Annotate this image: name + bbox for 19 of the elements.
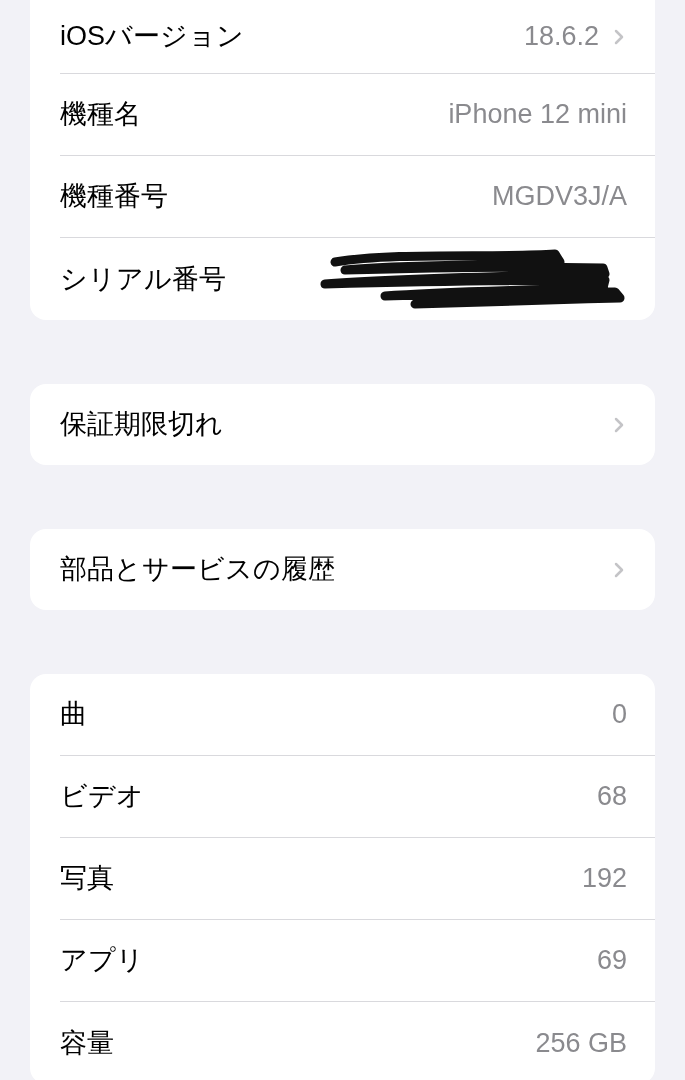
row-value: iPhone 12 mini xyxy=(448,98,627,132)
row-value: 69 xyxy=(596,944,627,978)
row-label: シリアル番号 xyxy=(60,262,226,296)
row-label: 容量 xyxy=(60,1026,114,1060)
row-label: 機種番号 xyxy=(60,180,168,214)
row-value: 0 xyxy=(611,698,627,732)
row-label: iOSバージョン xyxy=(60,20,244,54)
row-label: 写真 xyxy=(60,862,114,896)
row-value: 68 xyxy=(596,780,627,814)
row-value: 256 GB xyxy=(535,1026,627,1060)
row-value: 192 xyxy=(581,862,627,896)
row-value: 18.6.2 xyxy=(523,20,599,54)
row-label: 機種名 xyxy=(60,98,141,132)
row-label: ビデオ xyxy=(60,780,144,814)
row-label: アプリ xyxy=(60,944,144,978)
row-label: 部品とサービスの履歴 xyxy=(60,553,335,587)
row-value: MGDV3J/A xyxy=(491,180,627,214)
row-label: 保証期限切れ xyxy=(60,408,223,442)
row-label: 曲 xyxy=(60,698,87,732)
